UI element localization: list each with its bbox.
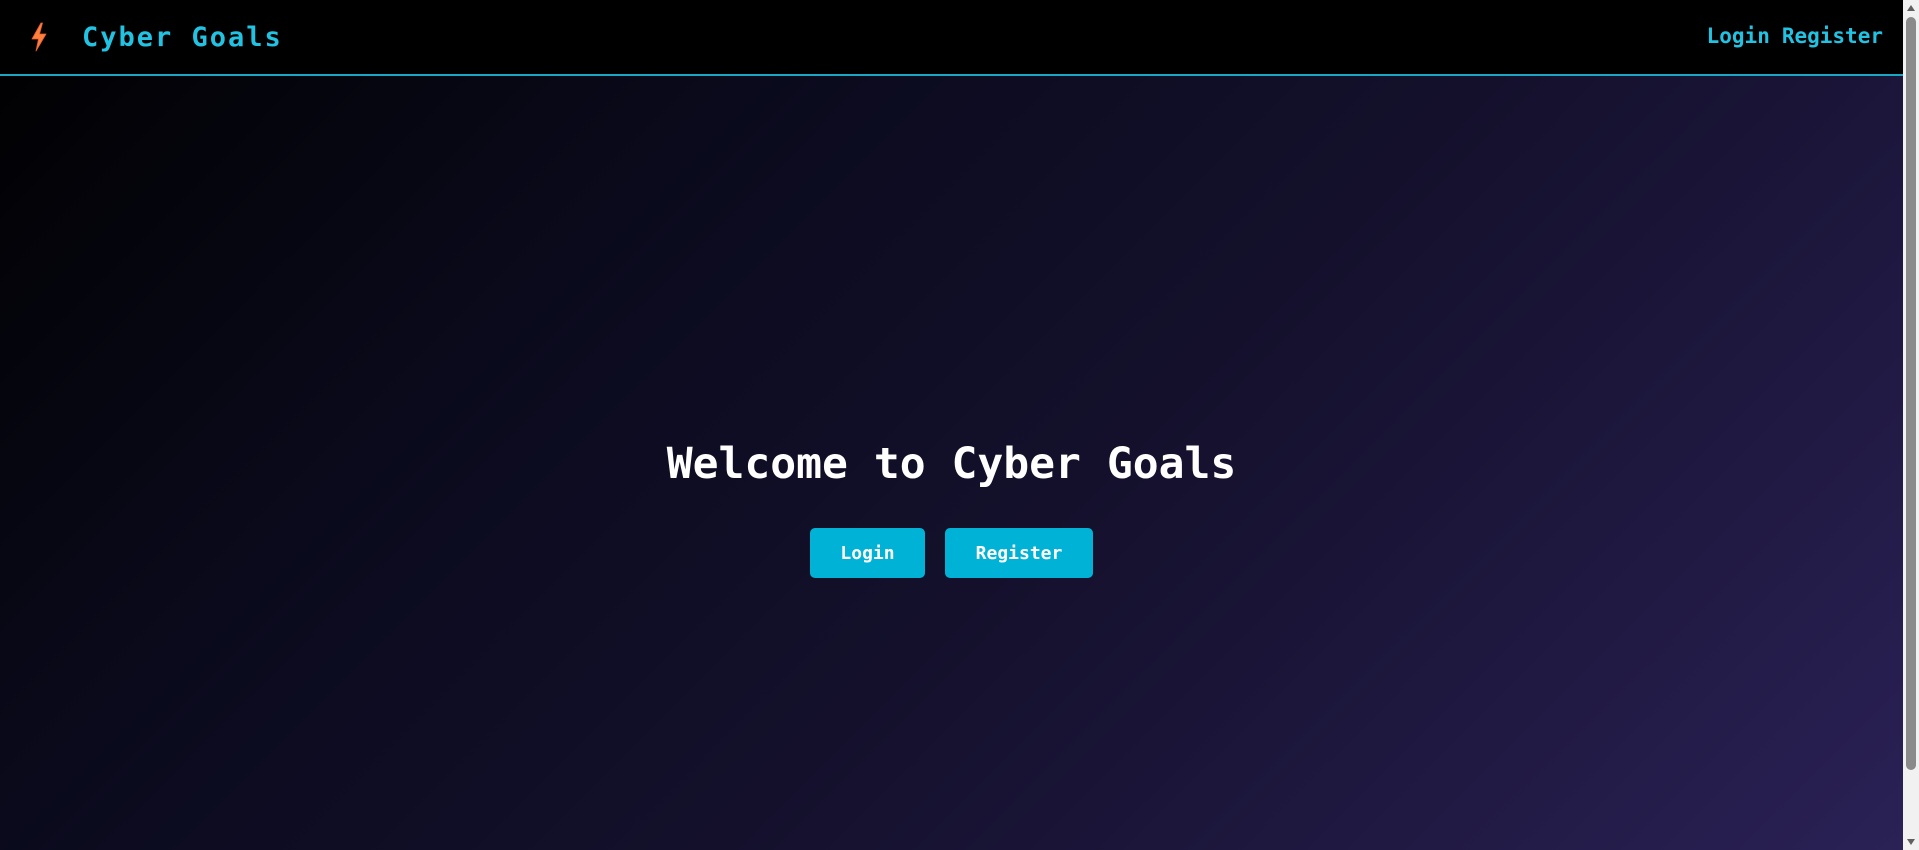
lightning-bolt-icon	[28, 20, 50, 54]
register-button[interactable]: Register	[945, 528, 1093, 578]
scroll-up-arrow-icon[interactable]	[1903, 0, 1919, 16]
hero-actions: Login Register	[810, 528, 1093, 578]
nav-login-link[interactable]: Login	[1707, 24, 1770, 48]
nav-register-link[interactable]: Register	[1782, 24, 1883, 48]
vertical-scrollbar[interactable]	[1903, 0, 1919, 850]
brand-title[interactable]: Cyber Goals	[82, 22, 283, 53]
page: Cyber Goals Login Register Welcome to Cy…	[0, 0, 1903, 850]
nav-links: Login Register	[1707, 0, 1883, 72]
login-button[interactable]: Login	[810, 528, 925, 578]
scroll-down-arrow-icon[interactable]	[1903, 834, 1919, 850]
brand[interactable]: Cyber Goals	[28, 0, 283, 75]
scrollbar-thumb[interactable]	[1906, 17, 1916, 770]
navbar: Cyber Goals Login Register	[0, 0, 1903, 76]
hero-title: Welcome to Cyber Goals	[666, 439, 1237, 489]
hero-section: Welcome to Cyber Goals Login Register	[0, 78, 1903, 850]
